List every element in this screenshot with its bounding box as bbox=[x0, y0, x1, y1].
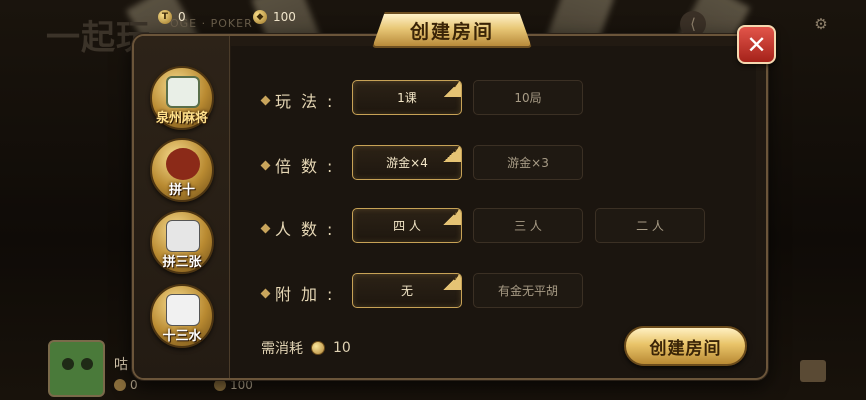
row-label-text: 人数: bbox=[275, 220, 343, 239]
gear-icon[interactable]: ⚙ bbox=[808, 11, 834, 37]
create-room-button[interactable]: 创建房间 bbox=[624, 326, 747, 366]
avatar-eye bbox=[62, 358, 74, 370]
player-diamonds-value: 100 bbox=[230, 378, 253, 392]
row-label-extra: 附加: bbox=[260, 281, 343, 305]
row-label-text: 玩法: bbox=[275, 92, 343, 111]
diamond-icon bbox=[214, 379, 226, 391]
diamond-icon: ◆ bbox=[253, 10, 267, 24]
option-play-mode-1[interactable]: 1课 bbox=[352, 80, 462, 115]
cards-icon bbox=[166, 294, 200, 326]
option-extra-1[interactable]: 无 bbox=[352, 273, 462, 308]
player-cards: 0 bbox=[114, 378, 138, 392]
bullet-icon bbox=[260, 160, 271, 170]
card-icon: T bbox=[158, 10, 172, 24]
mahjong-tile-icon bbox=[166, 76, 200, 108]
diamond-balance: ◆ 100 bbox=[253, 10, 296, 24]
diamond-icon bbox=[311, 341, 325, 355]
mail-icon[interactable] bbox=[800, 360, 826, 382]
bullet-icon bbox=[260, 223, 271, 233]
card-count: 0 bbox=[178, 10, 186, 24]
player-diamonds: 100 bbox=[214, 378, 253, 392]
cost-display: 需消耗 10 bbox=[261, 338, 351, 358]
close-icon: ✕ bbox=[746, 30, 767, 59]
option-multiplier-2[interactable]: 游金×3 bbox=[473, 145, 583, 180]
row-label-multiplier: 倍数: bbox=[260, 153, 343, 177]
diamond-count: 100 bbox=[273, 10, 296, 24]
option-extra-2[interactable]: 有金无平胡 bbox=[473, 273, 583, 308]
game-label: 十三水 bbox=[162, 329, 202, 344]
game-pin-san-zhang[interactable]: 拼三张 bbox=[150, 210, 214, 274]
bullet-icon bbox=[260, 288, 271, 298]
game-label: 拼十 bbox=[168, 183, 195, 198]
player-cards-value: 0 bbox=[130, 378, 138, 392]
game-label: 泉州麻将 bbox=[155, 111, 208, 126]
cost-label: 需消耗 bbox=[261, 341, 303, 357]
avatar-eye bbox=[81, 358, 93, 370]
game-quanzhou-mahjong[interactable]: 泉州麻将 bbox=[150, 66, 214, 130]
option-players-1[interactable]: 四 人 bbox=[352, 208, 462, 243]
bullet-icon bbox=[260, 95, 271, 105]
bull-icon bbox=[166, 148, 200, 180]
cost-value: 10 bbox=[333, 340, 351, 356]
game-label: 拼三张 bbox=[162, 255, 202, 270]
player-name: 咕 bbox=[114, 357, 128, 373]
card-balance: T 0 bbox=[158, 10, 186, 24]
game-shi-san-shui[interactable]: 十三水 bbox=[150, 284, 214, 348]
row-label-text: 倍数: bbox=[275, 157, 343, 176]
option-players-2[interactable]: 三 人 bbox=[473, 208, 583, 243]
row-label-players: 人数: bbox=[260, 216, 343, 240]
card-icon bbox=[114, 379, 126, 391]
dialog-title: 创建房间 bbox=[372, 12, 532, 48]
option-players-3[interactable]: 二 人 bbox=[595, 208, 705, 243]
row-label-play-mode: 玩法: bbox=[260, 88, 343, 112]
avatar[interactable] bbox=[48, 340, 105, 397]
option-multiplier-1[interactable]: 游金×4 bbox=[352, 145, 462, 180]
close-button[interactable]: ✕ bbox=[737, 25, 776, 64]
row-label-text: 附加: bbox=[275, 285, 343, 304]
option-play-mode-2[interactable]: 10局 bbox=[473, 80, 583, 115]
game-pin-shi[interactable]: 拼十 bbox=[150, 138, 214, 202]
cards-icon bbox=[166, 220, 200, 252]
